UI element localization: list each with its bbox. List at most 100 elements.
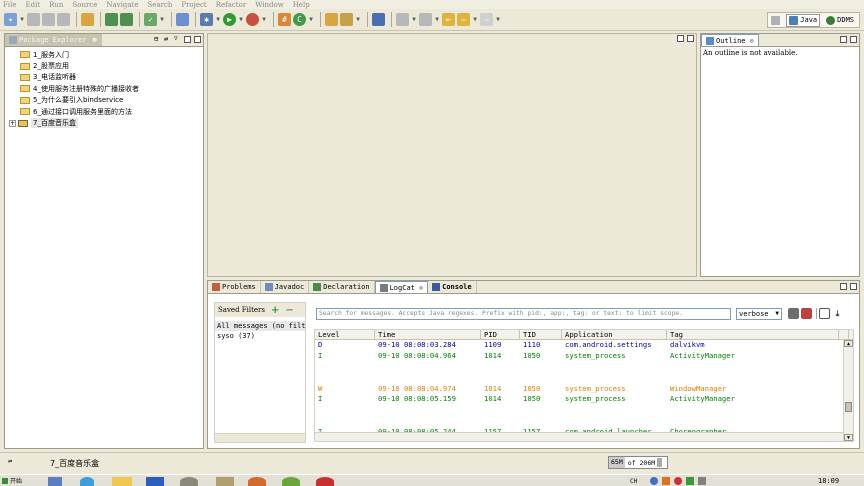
- logcat-row[interactable]: I 09-10 08:08:04.964 1014 1050 system_proces…: [315, 351, 853, 362]
- clear-log-icon[interactable]: [801, 308, 812, 319]
- input-method-indicator[interactable]: CH: [630, 478, 637, 485]
- menu-edit[interactable]: Edit: [25, 1, 40, 9]
- tray-app-icon[interactable]: [662, 477, 670, 485]
- remove-filter-icon[interactable]: −: [285, 305, 293, 316]
- menu-navigate[interactable]: Navigate: [106, 1, 138, 9]
- open-task-icon[interactable]: [81, 13, 94, 26]
- taskbar-app-desktop-icon[interactable]: [48, 477, 62, 486]
- next-annotation-dropdown-icon[interactable]: ▼: [411, 13, 417, 26]
- heap-status[interactable]: 65M of 206M: [608, 456, 668, 469]
- logcat-vscrollbar[interactable]: ▲ ▼: [843, 340, 853, 441]
- menu-window[interactable]: Window: [255, 1, 284, 9]
- lint-dropdown-icon[interactable]: ▼: [159, 13, 165, 26]
- taskbar-app-browser-icon[interactable]: [80, 477, 94, 486]
- new-dropdown-icon[interactable]: ▼: [19, 13, 25, 26]
- logcat-row[interactable]: I 09-10 08:08:05.159 1014 1050 system_proces…: [315, 394, 853, 405]
- column-tag[interactable]: Tag: [667, 330, 839, 339]
- column-time[interactable]: Time: [375, 330, 481, 339]
- menu-search[interactable]: Search: [147, 1, 172, 9]
- new-android-project-icon[interactable]: [176, 13, 189, 26]
- debug-dropdown-icon[interactable]: ▼: [215, 13, 221, 26]
- close-icon[interactable]: ⊗: [92, 36, 96, 44]
- next-annotation-icon[interactable]: [396, 13, 409, 26]
- open-perspective-icon[interactable]: [771, 15, 781, 25]
- run-dropdown-icon[interactable]: ▼: [238, 13, 244, 26]
- tree-item[interactable]: 6_通过接口调用服务里面的方法: [5, 106, 203, 117]
- logcat-search-input[interactable]: Search for messages. Accepts Java regexe…: [316, 308, 731, 320]
- logcat-row[interactable]: D 09-10 08:08:03.284 1109 1110 com.android.s…: [315, 340, 853, 351]
- expand-icon[interactable]: +: [9, 119, 16, 127]
- debug-icon[interactable]: ✱: [200, 13, 213, 26]
- scroll-down-icon[interactable]: ▼: [844, 434, 853, 441]
- menu-help[interactable]: Help: [293, 1, 310, 9]
- tab-problems[interactable]: Problems: [208, 281, 261, 293]
- log-level-select[interactable]: verbose ▼: [736, 308, 782, 320]
- column-application[interactable]: Application: [562, 330, 667, 339]
- tree-item[interactable]: 4_使用服务注册特殊的广播接收者: [5, 83, 203, 94]
- tab-console[interactable]: Console: [428, 281, 477, 293]
- menu-file[interactable]: File: [3, 1, 16, 9]
- maximize-icon[interactable]: [850, 283, 857, 290]
- toggle-mark-occurrences-icon[interactable]: [372, 13, 385, 26]
- search-dropdown-icon[interactable]: ▼: [355, 13, 361, 26]
- external-tools-dropdown-icon[interactable]: ▼: [261, 13, 267, 26]
- back-icon[interactable]: ⇦: [457, 13, 470, 26]
- taskbar-app-firefox-icon[interactable]: [248, 477, 266, 486]
- close-icon[interactable]: ⊗: [750, 37, 754, 45]
- save-all-icon[interactable]: [42, 13, 55, 26]
- start-button[interactable]: 开始: [0, 475, 34, 486]
- new-icon[interactable]: ✦: [4, 13, 17, 26]
- save-log-icon[interactable]: [788, 308, 799, 319]
- forward-icon[interactable]: ⇨: [480, 13, 493, 26]
- maximize-icon[interactable]: [850, 36, 857, 43]
- minimize-icon[interactable]: [184, 36, 191, 43]
- external-tools-icon[interactable]: [246, 13, 259, 26]
- lint-check-icon[interactable]: ✓: [144, 13, 157, 26]
- tree-item[interactable]: 3_电话监听器: [5, 72, 203, 83]
- new-java-package-icon[interactable]: #: [278, 13, 291, 26]
- menu-project[interactable]: Project: [181, 1, 206, 9]
- tab-declaration[interactable]: Declaration: [309, 281, 375, 293]
- android-avd-manager-icon[interactable]: [120, 13, 133, 26]
- filters-hscrollbar[interactable]: [215, 433, 305, 442]
- taskbar-app-folder-icon[interactable]: [112, 477, 132, 486]
- taskbar-app-recorder-icon[interactable]: [316, 477, 334, 486]
- collapse-all-icon[interactable]: ⊟: [154, 36, 161, 43]
- tray-update-icon[interactable]: [686, 477, 694, 485]
- tree-item[interactable]: +7_百度音乐盒: [5, 117, 203, 129]
- filter-item-syso[interactable]: syso (37): [215, 331, 305, 341]
- scroll-lock-icon[interactable]: ⤓: [832, 308, 843, 319]
- maximize-icon[interactable]: [194, 36, 201, 43]
- print-icon[interactable]: [57, 13, 70, 26]
- android-sdk-manager-icon[interactable]: [105, 13, 118, 26]
- tree-item[interactable]: 5_为什么要引入bindservice: [5, 95, 203, 106]
- scroll-up-icon[interactable]: ▲: [844, 340, 853, 347]
- run-icon[interactable]: ▶: [223, 13, 236, 26]
- previous-annotation-icon[interactable]: [419, 13, 432, 26]
- minimize-icon[interactable]: [677, 35, 684, 42]
- close-icon[interactable]: ⊗: [419, 284, 423, 292]
- tab-javadoc[interactable]: Javadoc: [261, 281, 310, 293]
- garbage-collect-icon[interactable]: [657, 458, 663, 467]
- logcat-hscrollbar[interactable]: [315, 432, 843, 441]
- search-icon[interactable]: [340, 13, 353, 26]
- menu-refactor[interactable]: Refactor: [216, 1, 246, 9]
- last-edit-location-icon[interactable]: ⇤: [442, 13, 455, 26]
- menu-source[interactable]: Source: [72, 1, 97, 9]
- tree-item[interactable]: 2_股票应用: [5, 60, 203, 71]
- view-menu-icon[interactable]: ▽: [174, 36, 181, 43]
- tray-network-icon[interactable]: [650, 477, 658, 485]
- back-dropdown-icon[interactable]: ▼: [472, 13, 478, 26]
- save-icon[interactable]: [27, 13, 40, 26]
- menu-run[interactable]: Run: [49, 1, 63, 9]
- taskbar-app-paint-icon[interactable]: [216, 477, 234, 486]
- perspective-ddms[interactable]: DDMS: [824, 15, 856, 26]
- tab-logcat[interactable]: LogCat ⊗: [374, 281, 429, 293]
- scroll-thumb[interactable]: [845, 402, 852, 412]
- forward-dropdown-icon[interactable]: ▼: [495, 13, 501, 26]
- taskbar-app-word-icon[interactable]: [146, 477, 164, 486]
- taskbar-app-android-icon[interactable]: [282, 477, 300, 486]
- filter-item-all[interactable]: All messages (no filt: [215, 321, 305, 331]
- minimize-icon[interactable]: [840, 283, 847, 290]
- tray-security-icon[interactable]: [674, 477, 682, 485]
